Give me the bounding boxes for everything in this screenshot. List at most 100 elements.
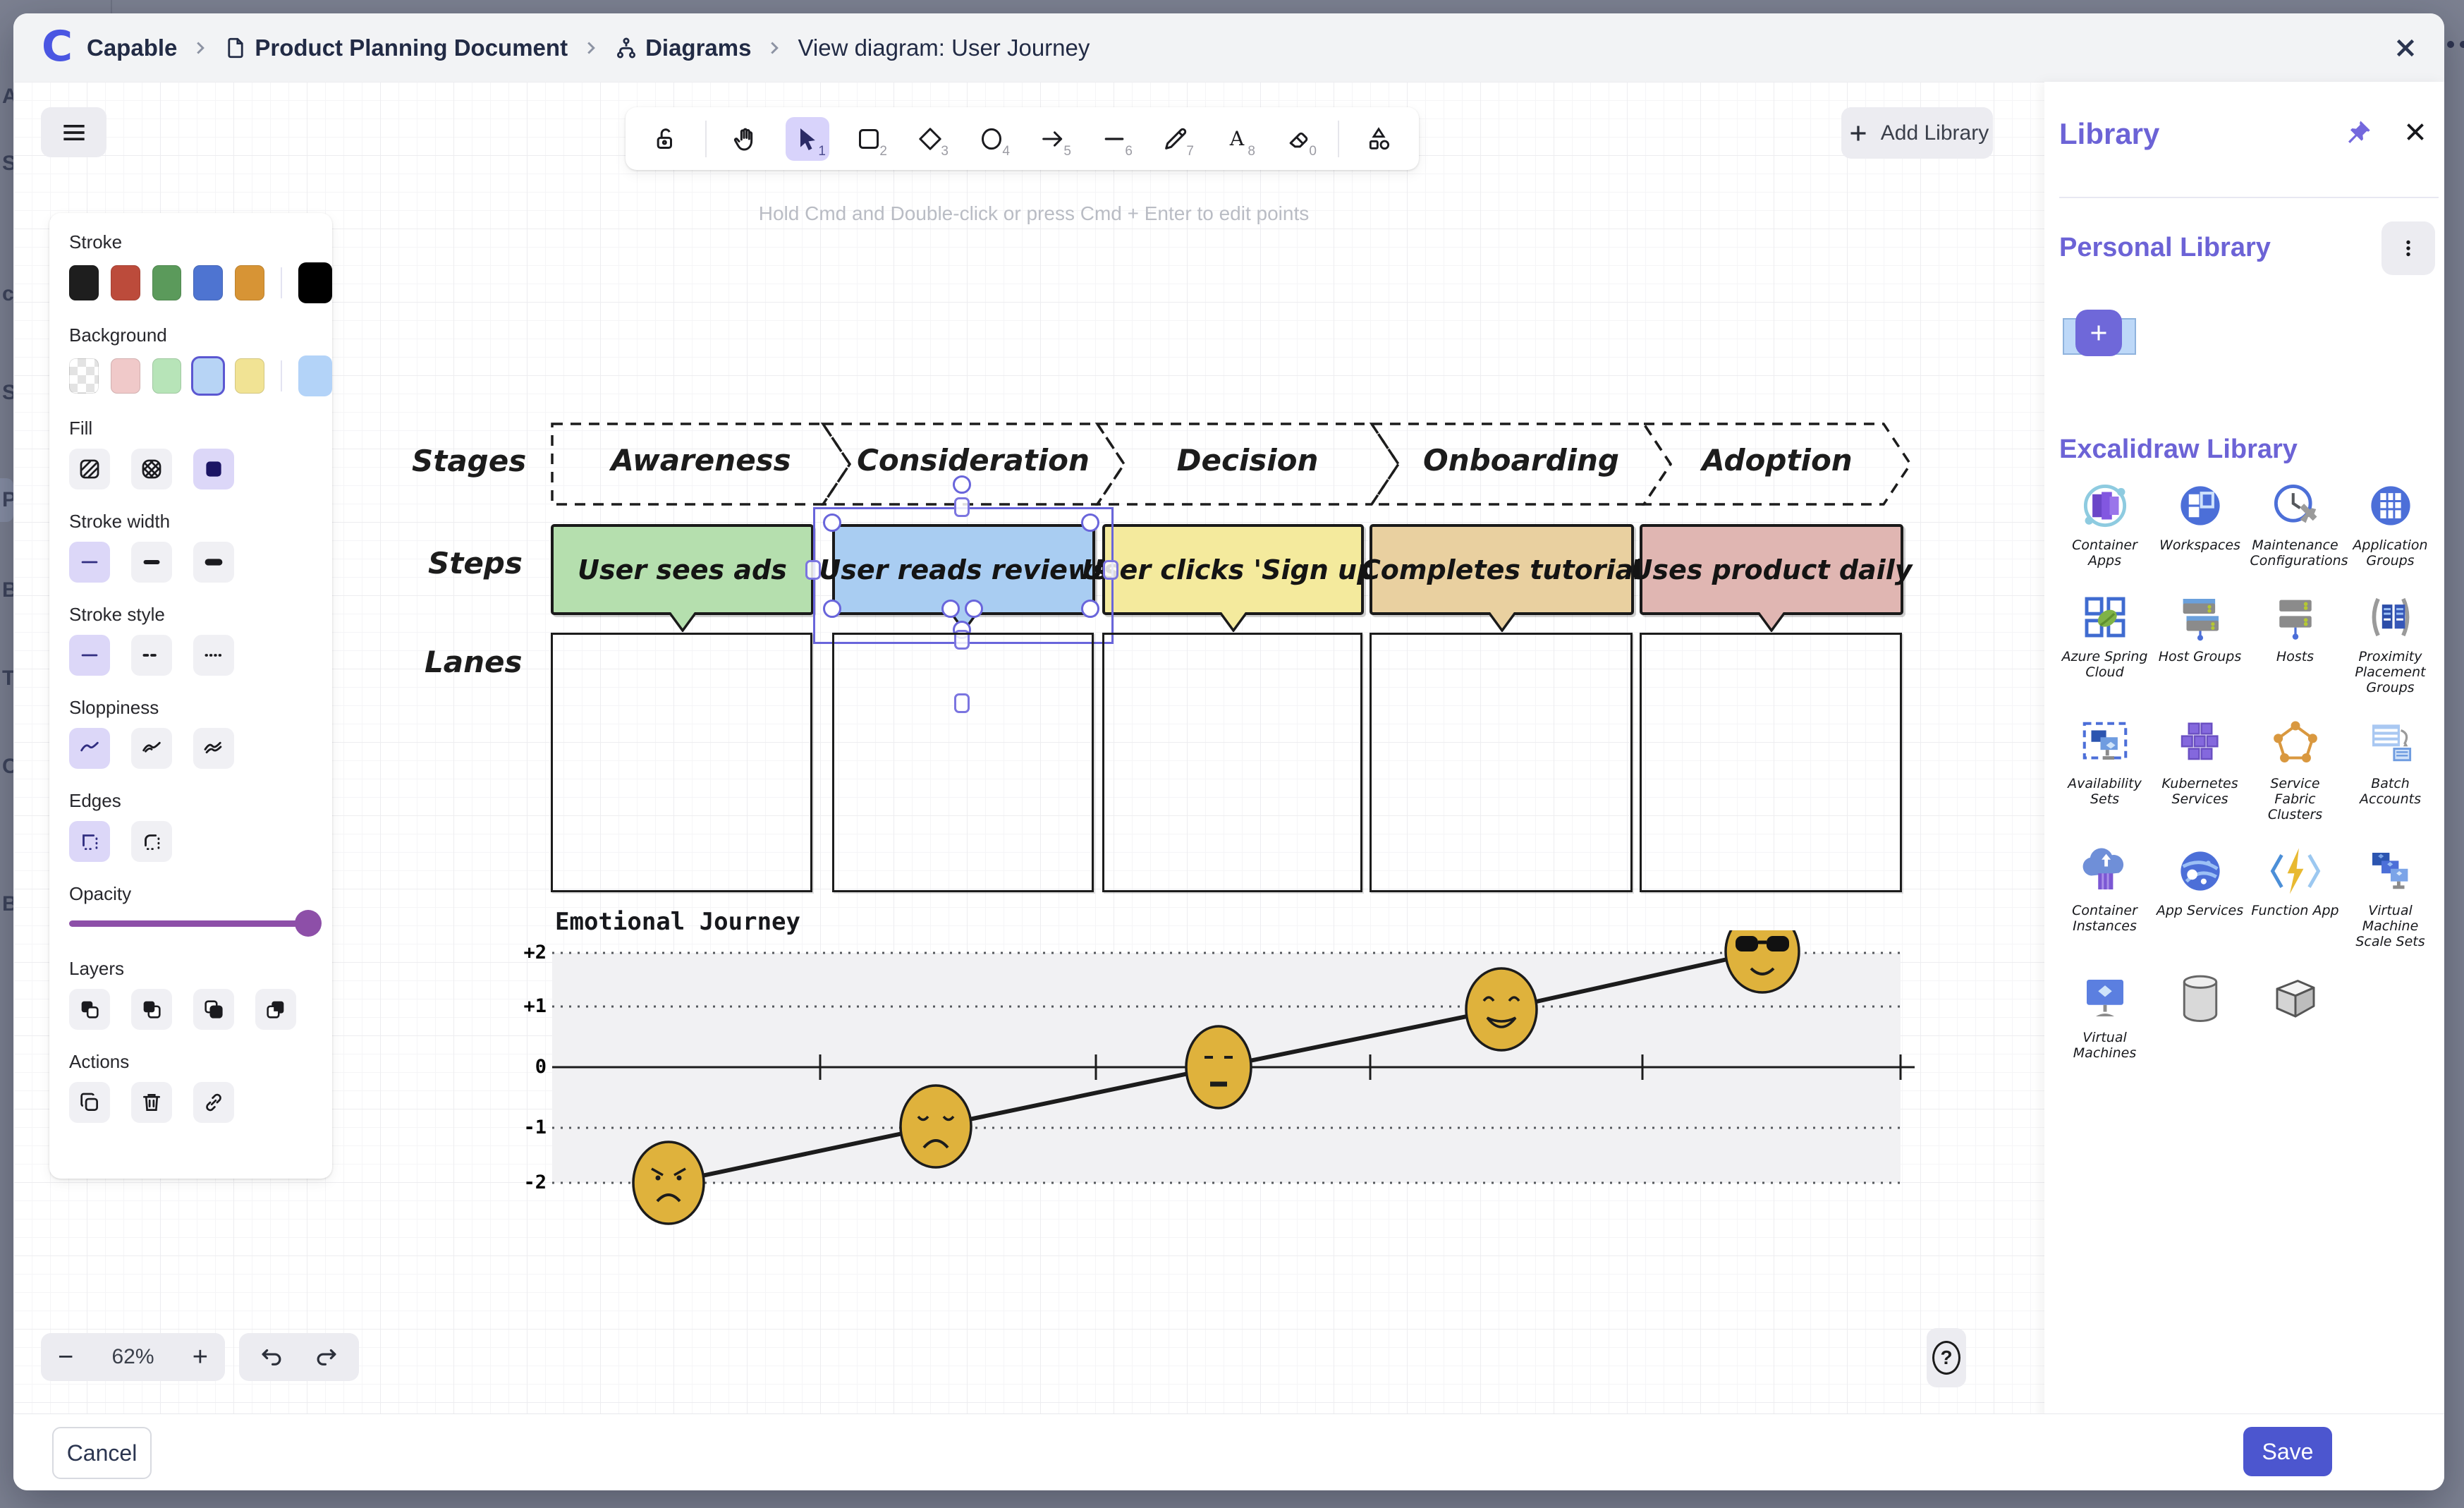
step-completes-tutorial[interactable]: Completes tutorial bbox=[1370, 524, 1634, 615]
face-happy[interactable] bbox=[1466, 968, 1537, 1050]
lane-consideration[interactable] bbox=[832, 633, 1094, 892]
diamond-tool[interactable]: 3 bbox=[908, 117, 952, 161]
opacity-slider-knob[interactable] bbox=[295, 910, 322, 937]
bring-to-front-button[interactable] bbox=[255, 989, 296, 1030]
library-item[interactable]: Application Groups bbox=[2343, 478, 2438, 568]
library-close-icon[interactable] bbox=[2401, 117, 2430, 147]
bg-color-yellow[interactable] bbox=[235, 358, 264, 394]
ellipse-tool[interactable]: 4 bbox=[970, 117, 1013, 161]
edges-round-button[interactable] bbox=[131, 821, 172, 862]
line-tool[interactable]: 6 bbox=[1092, 117, 1136, 161]
lane-awareness[interactable] bbox=[551, 633, 812, 892]
selection-handle[interactable] bbox=[941, 600, 960, 618]
fill-hachure-button[interactable] bbox=[69, 449, 110, 490]
zoom-level[interactable]: 62% bbox=[111, 1345, 154, 1369]
selection-handle[interactable] bbox=[805, 560, 821, 580]
selection-handle[interactable] bbox=[1081, 600, 1099, 618]
breadcrumb-app[interactable]: Capable bbox=[87, 35, 177, 61]
library-item[interactable]: Container Apps bbox=[2057, 478, 2152, 568]
delete-button[interactable] bbox=[131, 1082, 172, 1123]
bring-forward-button[interactable] bbox=[193, 989, 234, 1030]
rectangle-tool[interactable]: 2 bbox=[847, 117, 891, 161]
stroke-width-extrabold-button[interactable] bbox=[193, 542, 234, 583]
send-backward-button[interactable] bbox=[131, 989, 172, 1030]
redo-icon[interactable] bbox=[313, 1344, 340, 1370]
stroke-color-red[interactable] bbox=[111, 265, 140, 300]
selection-tool[interactable]: 1 bbox=[786, 117, 829, 161]
link-button[interactable] bbox=[193, 1082, 234, 1123]
library-item[interactable] bbox=[2152, 971, 2248, 1061]
eraser-tool[interactable]: 0 bbox=[1276, 117, 1320, 161]
library-item[interactable]: Service Fabric Clusters bbox=[2248, 717, 2343, 822]
stage-decision[interactable]: Decision bbox=[1128, 440, 1367, 481]
opacity-slider[interactable] bbox=[69, 920, 317, 927]
arrow-tool[interactable]: 5 bbox=[1031, 117, 1075, 161]
bg-color-blue-selected[interactable] bbox=[193, 358, 223, 394]
help-button[interactable]: ? bbox=[1927, 1328, 1966, 1387]
breadcrumb-section[interactable]: Diagrams bbox=[645, 35, 751, 61]
step-user-sees-ads[interactable]: User sees ads bbox=[551, 524, 814, 615]
bg-color-transparent[interactable] bbox=[69, 358, 99, 394]
fill-crosshatch-button[interactable] bbox=[131, 449, 172, 490]
breadcrumb-document[interactable]: Product Planning Document bbox=[255, 35, 568, 61]
stroke-color-blue[interactable] bbox=[193, 265, 223, 300]
stroke-width-thin-button[interactable] bbox=[69, 542, 110, 583]
library-item[interactable]: Virtual Machines bbox=[2057, 971, 2152, 1061]
library-item[interactable]: Batch Accounts bbox=[2343, 717, 2438, 822]
bg-color-pink[interactable] bbox=[111, 358, 140, 394]
emotional-journey-chart[interactable] bbox=[535, 930, 1917, 1227]
stroke-style-dashed-button[interactable] bbox=[131, 635, 172, 676]
selection-handle[interactable] bbox=[953, 475, 971, 494]
selection-handle[interactable] bbox=[823, 513, 841, 532]
pin-icon[interactable] bbox=[2344, 118, 2372, 147]
stage-consideration[interactable]: Consideration bbox=[853, 440, 1093, 481]
library-item[interactable]: Hosts bbox=[2248, 590, 2343, 695]
lane-onboarding[interactable] bbox=[1370, 633, 1633, 892]
add-to-personal-library-button[interactable] bbox=[2075, 310, 2122, 356]
menu-button[interactable] bbox=[41, 107, 106, 157]
sloppiness-artist-button[interactable] bbox=[131, 728, 172, 769]
stroke-color-green[interactable] bbox=[152, 265, 182, 300]
cancel-button[interactable]: Cancel bbox=[52, 1427, 152, 1479]
step-uses-product-daily[interactable]: Uses product daily bbox=[1640, 524, 1903, 615]
add-library-button[interactable]: Add Library bbox=[1841, 107, 1993, 159]
current-stroke-color[interactable] bbox=[298, 262, 332, 303]
sloppiness-cartoonist-button[interactable] bbox=[193, 728, 234, 769]
sloppiness-architect-button[interactable] bbox=[69, 728, 110, 769]
lock-tool[interactable] bbox=[644, 117, 688, 161]
text-tool[interactable]: A8 bbox=[1215, 117, 1259, 161]
shapes-tool[interactable] bbox=[1357, 117, 1401, 161]
current-background-color[interactable] bbox=[298, 355, 332, 396]
step-user-clicks-sign-up[interactable]: User clicks 'Sign up' bbox=[1102, 524, 1364, 615]
stroke-color-black[interactable] bbox=[69, 265, 99, 300]
send-to-back-button[interactable] bbox=[69, 989, 110, 1030]
stroke-style-solid-button[interactable] bbox=[69, 635, 110, 676]
library-item[interactable]: Virtual Machine Scale Sets bbox=[2343, 844, 2438, 949]
stroke-style-dotted-button[interactable] bbox=[193, 635, 234, 676]
stroke-width-bold-button[interactable] bbox=[131, 542, 172, 583]
library-item[interactable]: Workspaces bbox=[2152, 478, 2248, 568]
lane-decision[interactable] bbox=[1102, 633, 1362, 892]
save-button[interactable]: Save bbox=[2243, 1427, 2332, 1476]
library-item[interactable]: Kubernetes Services bbox=[2152, 717, 2248, 822]
personal-library-menu-button[interactable] bbox=[2381, 221, 2435, 275]
face-sad[interactable] bbox=[901, 1086, 971, 1167]
selection-handle[interactable] bbox=[965, 600, 983, 618]
draw-tool[interactable]: 7 bbox=[1154, 117, 1197, 161]
selection-handle[interactable] bbox=[1081, 513, 1099, 532]
face-neutral[interactable] bbox=[1186, 1026, 1251, 1108]
fill-solid-button[interactable] bbox=[193, 449, 234, 490]
library-item[interactable]: Availability Sets bbox=[2057, 717, 2152, 822]
stage-awareness[interactable]: Awareness bbox=[581, 440, 821, 481]
library-item[interactable]: Maintenance Configurations bbox=[2248, 478, 2343, 568]
lane-adoption[interactable] bbox=[1640, 633, 1902, 892]
library-item[interactable]: Function App bbox=[2248, 844, 2343, 949]
library-item[interactable]: Host Groups bbox=[2152, 590, 2248, 695]
stroke-color-orange[interactable] bbox=[235, 265, 264, 300]
face-angry[interactable] bbox=[633, 1142, 704, 1224]
hand-tool[interactable] bbox=[724, 117, 768, 161]
close-icon[interactable] bbox=[2391, 33, 2420, 63]
edges-sharp-button[interactable] bbox=[69, 821, 110, 862]
library-item[interactable]: Azure Spring Cloud bbox=[2057, 590, 2152, 695]
library-item[interactable]: Proximity Placement Groups bbox=[2343, 590, 2438, 695]
